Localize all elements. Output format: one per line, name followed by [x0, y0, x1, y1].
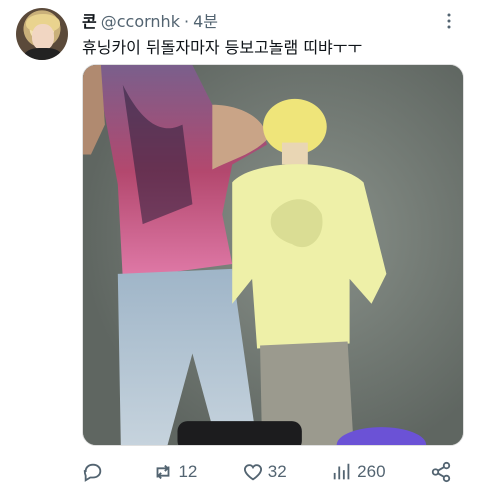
- avatar-face: [32, 24, 54, 50]
- avatar[interactable]: [16, 8, 68, 60]
- user-handle[interactable]: @ccornhk: [101, 12, 180, 31]
- like-button[interactable]: 32: [242, 461, 287, 483]
- views-count: 260: [357, 462, 386, 481]
- tweet-text: 휴닝카이 뒤돌자마자 등보고놀램 띠뱌ㅜㅜ: [82, 38, 363, 57]
- tweet-actions: 12 32 260: [82, 458, 452, 486]
- views-button[interactable]: 260: [331, 461, 386, 483]
- tweet-media-photo[interactable]: [82, 64, 464, 446]
- timestamp[interactable]: 4분: [193, 8, 218, 32]
- reply-button[interactable]: [82, 461, 108, 483]
- heart-icon: [243, 464, 262, 481]
- concert-photo: [83, 65, 463, 445]
- share-button[interactable]: [430, 461, 452, 483]
- reply-icon: [83, 463, 102, 482]
- more-dots-icon[interactable]: [440, 12, 458, 30]
- avatar-shirt: [24, 48, 62, 60]
- separator-dot: ·: [183, 12, 190, 31]
- tweet-header: 콘 @ccornhk · 4분: [82, 8, 218, 31]
- retweet-button[interactable]: 12: [152, 461, 197, 483]
- views-chart-icon: [333, 463, 350, 480]
- share-icon: [431, 461, 451, 483]
- like-count: 32: [267, 462, 287, 481]
- retweet-icon: [157, 464, 170, 480]
- display-name[interactable]: 콘: [82, 8, 97, 32]
- retweet-count: 12: [178, 462, 198, 481]
